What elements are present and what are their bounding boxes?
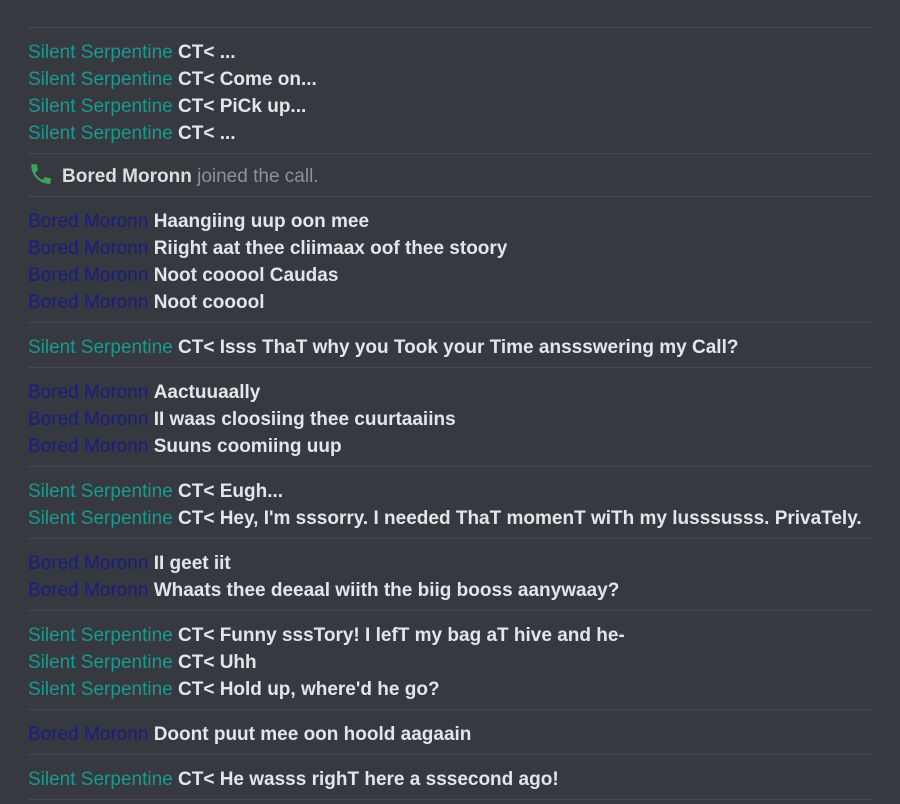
message-text: Noot cooool	[153, 292, 265, 313]
author-name[interactable]: Silent Serpentine	[28, 652, 173, 673]
author-name[interactable]: Bored Moronn	[28, 409, 148, 430]
author-name[interactable]: Bored Moronn	[28, 292, 148, 313]
chat-line: Silent Serpentine CT< He wasss righT her…	[28, 766, 872, 793]
author-name[interactable]: Bored Moronn	[28, 553, 148, 574]
author-name[interactable]: Silent Serpentine	[28, 769, 173, 790]
author-name[interactable]: Bored Moronn	[28, 580, 148, 601]
chat-line: Silent Serpentine CT< Come on...	[28, 66, 872, 93]
message-text: CT< PiCk up...	[178, 96, 307, 117]
chat-line: Bored Moronn II geet iit	[28, 550, 872, 577]
chat-line: Bored Moronn Aactuuaally	[28, 379, 872, 406]
chat-line: Bored Moronn Riight aat thee cliimaax oo…	[28, 235, 872, 262]
author-name[interactable]: Bored Moronn	[28, 265, 148, 286]
author-name[interactable]: Bored Moronn	[28, 724, 148, 745]
message-text: CT< Uhh	[178, 652, 257, 673]
author-name[interactable]: Silent Serpentine	[28, 96, 173, 117]
message-group: Silent Serpentine CT< ... Silent Serpenti…	[28, 27, 872, 153]
message-text: CT< Funny sssTory! I lefT my bag aT hive…	[178, 625, 625, 646]
chat-line: Silent Serpentine CT< ...	[28, 39, 872, 66]
message-group: Bored Moronn Aactuuaally Bored Moronn II …	[28, 367, 872, 466]
message-group: Silent Serpentine CT< He wasss righT her…	[28, 754, 872, 800]
message-text: CT< ...	[178, 42, 236, 63]
system-message: Bored Moronn joined the call.	[28, 153, 872, 196]
chat-line: Bored Moronn Doont puut mee oon hoold aa…	[28, 721, 872, 748]
chat-line: Silent Serpentine CT< Eugh...	[28, 478, 872, 505]
author-name[interactable]: Bored Moronn	[28, 436, 148, 457]
system-username[interactable]: Bored Moronn	[62, 160, 192, 194]
author-name[interactable]: Bored Moronn	[28, 382, 148, 403]
message-text: CT< Hey, I'm sssorry. I needed ThaT mome…	[178, 508, 862, 529]
chat-line: Bored Moronn Whaats thee deeaal wiith th…	[28, 577, 872, 604]
message-text: Riight aat thee cliimaax oof thee stoory	[153, 238, 508, 259]
message-group: Bored Moronn Doont puut mee oon hoold aa…	[28, 709, 872, 754]
system-text: joined the call.	[191, 166, 319, 187]
message-text: II waas cloosiing thee cuurtaaiins	[153, 409, 456, 430]
author-name[interactable]: Silent Serpentine	[28, 508, 173, 529]
chat-line: Bored Moronn Noot cooool Caudas	[28, 262, 872, 289]
chat-line: Silent Serpentine CT< Hey, I'm sssorry. …	[28, 505, 872, 532]
message-text: Haangiing uup oon mee	[153, 211, 370, 232]
author-name[interactable]: Silent Serpentine	[28, 42, 173, 63]
chat-log: Silent Serpentine CT< ... Silent Serpenti…	[28, 27, 872, 800]
chat-line: Silent Serpentine CT< Isss ThaT why you …	[28, 334, 872, 361]
message-text: II geet iit	[153, 553, 231, 574]
message-group: Bored Moronn II geet iit Bored Moronn Wha…	[28, 538, 872, 610]
message-group: Silent Serpentine CT< Eugh... Silent Serp…	[28, 466, 872, 538]
message-text: Whaats thee deeaal wiith the biig booss …	[153, 580, 620, 601]
author-name[interactable]: Silent Serpentine	[28, 679, 173, 700]
chat-line: Bored Moronn II waas cloosiing thee cuur…	[28, 406, 872, 433]
message-text: Suuns coomiing uup	[153, 436, 342, 457]
author-name[interactable]: Silent Serpentine	[28, 625, 173, 646]
chat-line: Bored Moronn Haangiing uup oon mee	[28, 208, 872, 235]
chat-line: Silent Serpentine CT< Hold up, where'd h…	[28, 676, 872, 703]
message-text: CT< Hold up, where'd he go?	[178, 679, 440, 700]
author-name[interactable]: Bored Moronn	[28, 238, 148, 259]
message-text: Noot cooool Caudas	[153, 265, 339, 286]
message-group: Bored Moronn Haangiing uup oon mee Bored …	[28, 196, 872, 322]
chat-line: Silent Serpentine CT< PiCk up...	[28, 93, 872, 120]
author-name[interactable]: Silent Serpentine	[28, 123, 173, 144]
call-join-notice: Bored Moronn joined the call.	[28, 160, 872, 194]
chat-line: Silent Serpentine CT< Funny sssTory! I l…	[28, 622, 872, 649]
message-group: Silent Serpentine CT< Isss ThaT why you …	[28, 322, 872, 367]
chat-line: Silent Serpentine CT< Uhh	[28, 649, 872, 676]
chat-line: Bored Moronn Noot cooool	[28, 289, 872, 316]
author-name[interactable]: Silent Serpentine	[28, 481, 173, 502]
message-text: Aactuuaally	[153, 382, 261, 403]
message-text: CT< Come on...	[178, 69, 317, 90]
author-name[interactable]: Silent Serpentine	[28, 69, 173, 90]
author-name[interactable]: Silent Serpentine	[28, 337, 173, 358]
message-text: Doont puut mee oon hoold aagaain	[153, 724, 472, 745]
message-text: CT< Isss ThaT why you Took your Time ans…	[178, 337, 739, 358]
message-group: Silent Serpentine CT< Funny sssTory! I l…	[28, 610, 872, 709]
message-text: CT< He wasss righT here a sssecond ago!	[178, 769, 559, 790]
chat-line: Bored Moronn Suuns coomiing uup	[28, 433, 872, 460]
message-text: CT< Eugh...	[178, 481, 284, 502]
phone-icon	[28, 161, 54, 187]
author-name[interactable]: Bored Moronn	[28, 211, 148, 232]
chat-line: Silent Serpentine CT< ...	[28, 120, 872, 147]
message-text: CT< ...	[178, 123, 236, 144]
